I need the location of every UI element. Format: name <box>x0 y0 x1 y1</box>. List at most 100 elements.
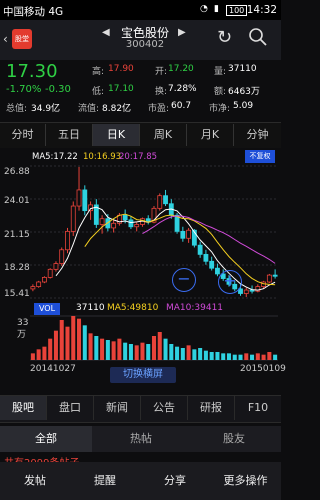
float-label: 流值: <box>78 104 100 114</box>
vol-toggle[interactable]: VOL <box>34 303 60 315</box>
volume-bar <box>134 345 139 360</box>
signal-icon: ▮ <box>214 4 219 14</box>
volume-bar <box>71 316 76 360</box>
candle-body <box>209 260 215 269</box>
high-value: 17.90 <box>108 64 134 74</box>
tab-weekly-k[interactable]: 周K <box>140 124 187 146</box>
turnover-label: 换: <box>155 87 168 97</box>
volume-bar <box>267 352 272 360</box>
refresh-icon[interactable]: ↻ <box>217 27 232 48</box>
volume-bar <box>232 354 237 360</box>
volume-bar <box>209 352 214 360</box>
candle-body <box>197 244 203 255</box>
volume-bar <box>100 338 105 360</box>
open-value: 17.20 <box>168 64 194 74</box>
candle-body <box>157 195 163 209</box>
kline-chart[interactable] <box>0 148 281 384</box>
volume-bar <box>198 348 203 360</box>
status-bar: 中国移动 4G ◔ ▮ 100 14:32 <box>0 0 281 20</box>
amount-value: 6463万 <box>228 87 260 97</box>
rotate-landscape-button[interactable]: 切换横屏 <box>110 367 176 383</box>
ma10-legend: 10:16.93 <box>83 152 122 162</box>
tab-orderbook[interactable]: 盘口 <box>47 396 94 420</box>
candle-body <box>186 229 192 239</box>
volume-bar <box>203 350 208 360</box>
y-tick-4: 18.28 <box>4 263 30 273</box>
volume-bar <box>151 336 157 360</box>
tab-announcements[interactable]: 公告 <box>141 396 188 420</box>
next-stock-icon[interactable]: ▶ <box>178 27 186 38</box>
share-button[interactable]: 分享 <box>140 472 210 488</box>
turnover-value: 7.28% <box>168 84 197 94</box>
tab-intraday[interactable]: 分时 <box>0 124 46 146</box>
tab-news[interactable]: 新闻 <box>94 396 141 420</box>
candle-body <box>70 205 76 232</box>
ma20-legend: 20:17.85 <box>119 152 158 162</box>
volume-bar <box>169 344 174 360</box>
alert-button[interactable]: 提醒 <box>70 472 140 488</box>
low-value: 17.10 <box>108 84 134 94</box>
volume-bar <box>42 346 47 360</box>
tab-research[interactable]: 研报 <box>188 396 235 420</box>
candle-body <box>76 189 82 207</box>
open-label: 开: <box>155 67 168 77</box>
volume-bar <box>180 348 185 360</box>
candle-body <box>163 195 168 205</box>
candle-body <box>134 224 140 228</box>
candle-body <box>82 189 88 212</box>
post-button[interactable]: 发帖 <box>0 472 70 488</box>
change-value: -0.30 <box>45 84 71 95</box>
y-tick-2: 24.01 <box>4 196 30 206</box>
volume-bar <box>77 318 82 360</box>
feed-tab-hot[interactable]: 热帖 <box>95 426 187 452</box>
more-actions-button[interactable]: 更多操作 <box>210 472 281 488</box>
candle-body <box>243 289 249 294</box>
battery-icon: 100 <box>226 5 248 16</box>
app-badge[interactable]: 股堂 <box>12 29 32 49</box>
wifi-icon: ◔ <box>200 4 208 14</box>
volume-bar <box>140 342 145 360</box>
volume-bar <box>157 332 162 360</box>
volume-bar <box>226 353 231 360</box>
zoom-in-button[interactable]: + <box>218 270 242 294</box>
low-label: 低: <box>92 87 105 97</box>
candle-body <box>180 230 186 239</box>
float-value: 8.82亿 <box>102 104 132 114</box>
search-icon[interactable] <box>248 27 267 46</box>
candle-body <box>272 274 278 277</box>
volume-bar <box>94 336 99 360</box>
ma5-legend: MA5:17.22 <box>32 152 78 162</box>
volume-bar <box>30 353 35 360</box>
volume-bar <box>215 352 220 360</box>
volume-bar <box>59 320 64 360</box>
volume-bar <box>82 325 87 360</box>
feed-tab-friends[interactable]: 股友 <box>188 426 280 452</box>
clock-text: 14:32 <box>246 4 277 16</box>
feed-tab-all[interactable]: 全部 <box>0 426 92 452</box>
vol-current: 37110 <box>76 303 105 313</box>
adjust-button[interactable]: 不复权 <box>245 150 275 163</box>
pb-value: 5.09 <box>233 101 254 111</box>
y-tick-5: 15.41 <box>4 289 30 299</box>
tab-monthly-k[interactable]: 月K <box>187 124 234 146</box>
candle-body <box>65 230 70 251</box>
tab-daily-k[interactable]: 日K <box>93 124 140 146</box>
volume-bar <box>88 333 93 360</box>
candle-body <box>215 267 220 275</box>
candle-body <box>266 274 272 283</box>
tab-minute[interactable]: 分钟 <box>234 124 281 146</box>
volume-bar <box>244 353 249 360</box>
zoom-out-button[interactable]: − <box>172 268 196 292</box>
back-icon[interactable]: ‹ <box>3 32 8 46</box>
vol-ma10: MA10:39411 <box>166 303 224 313</box>
vol-value: 37110 <box>228 64 257 74</box>
current-price: 17.30 <box>6 61 58 82</box>
start-date: 20141027 <box>30 364 76 374</box>
tab-f10[interactable]: F10 <box>235 396 281 420</box>
vol-unit: 33 万 <box>17 318 29 340</box>
tab-forum[interactable]: 股吧 <box>0 396 47 420</box>
tab-five-day[interactable]: 五日 <box>46 124 93 146</box>
vol-ma5: MA5:49810 <box>107 303 159 313</box>
candle-body <box>174 214 180 232</box>
y-tick-1: 26.88 <box>4 167 30 177</box>
